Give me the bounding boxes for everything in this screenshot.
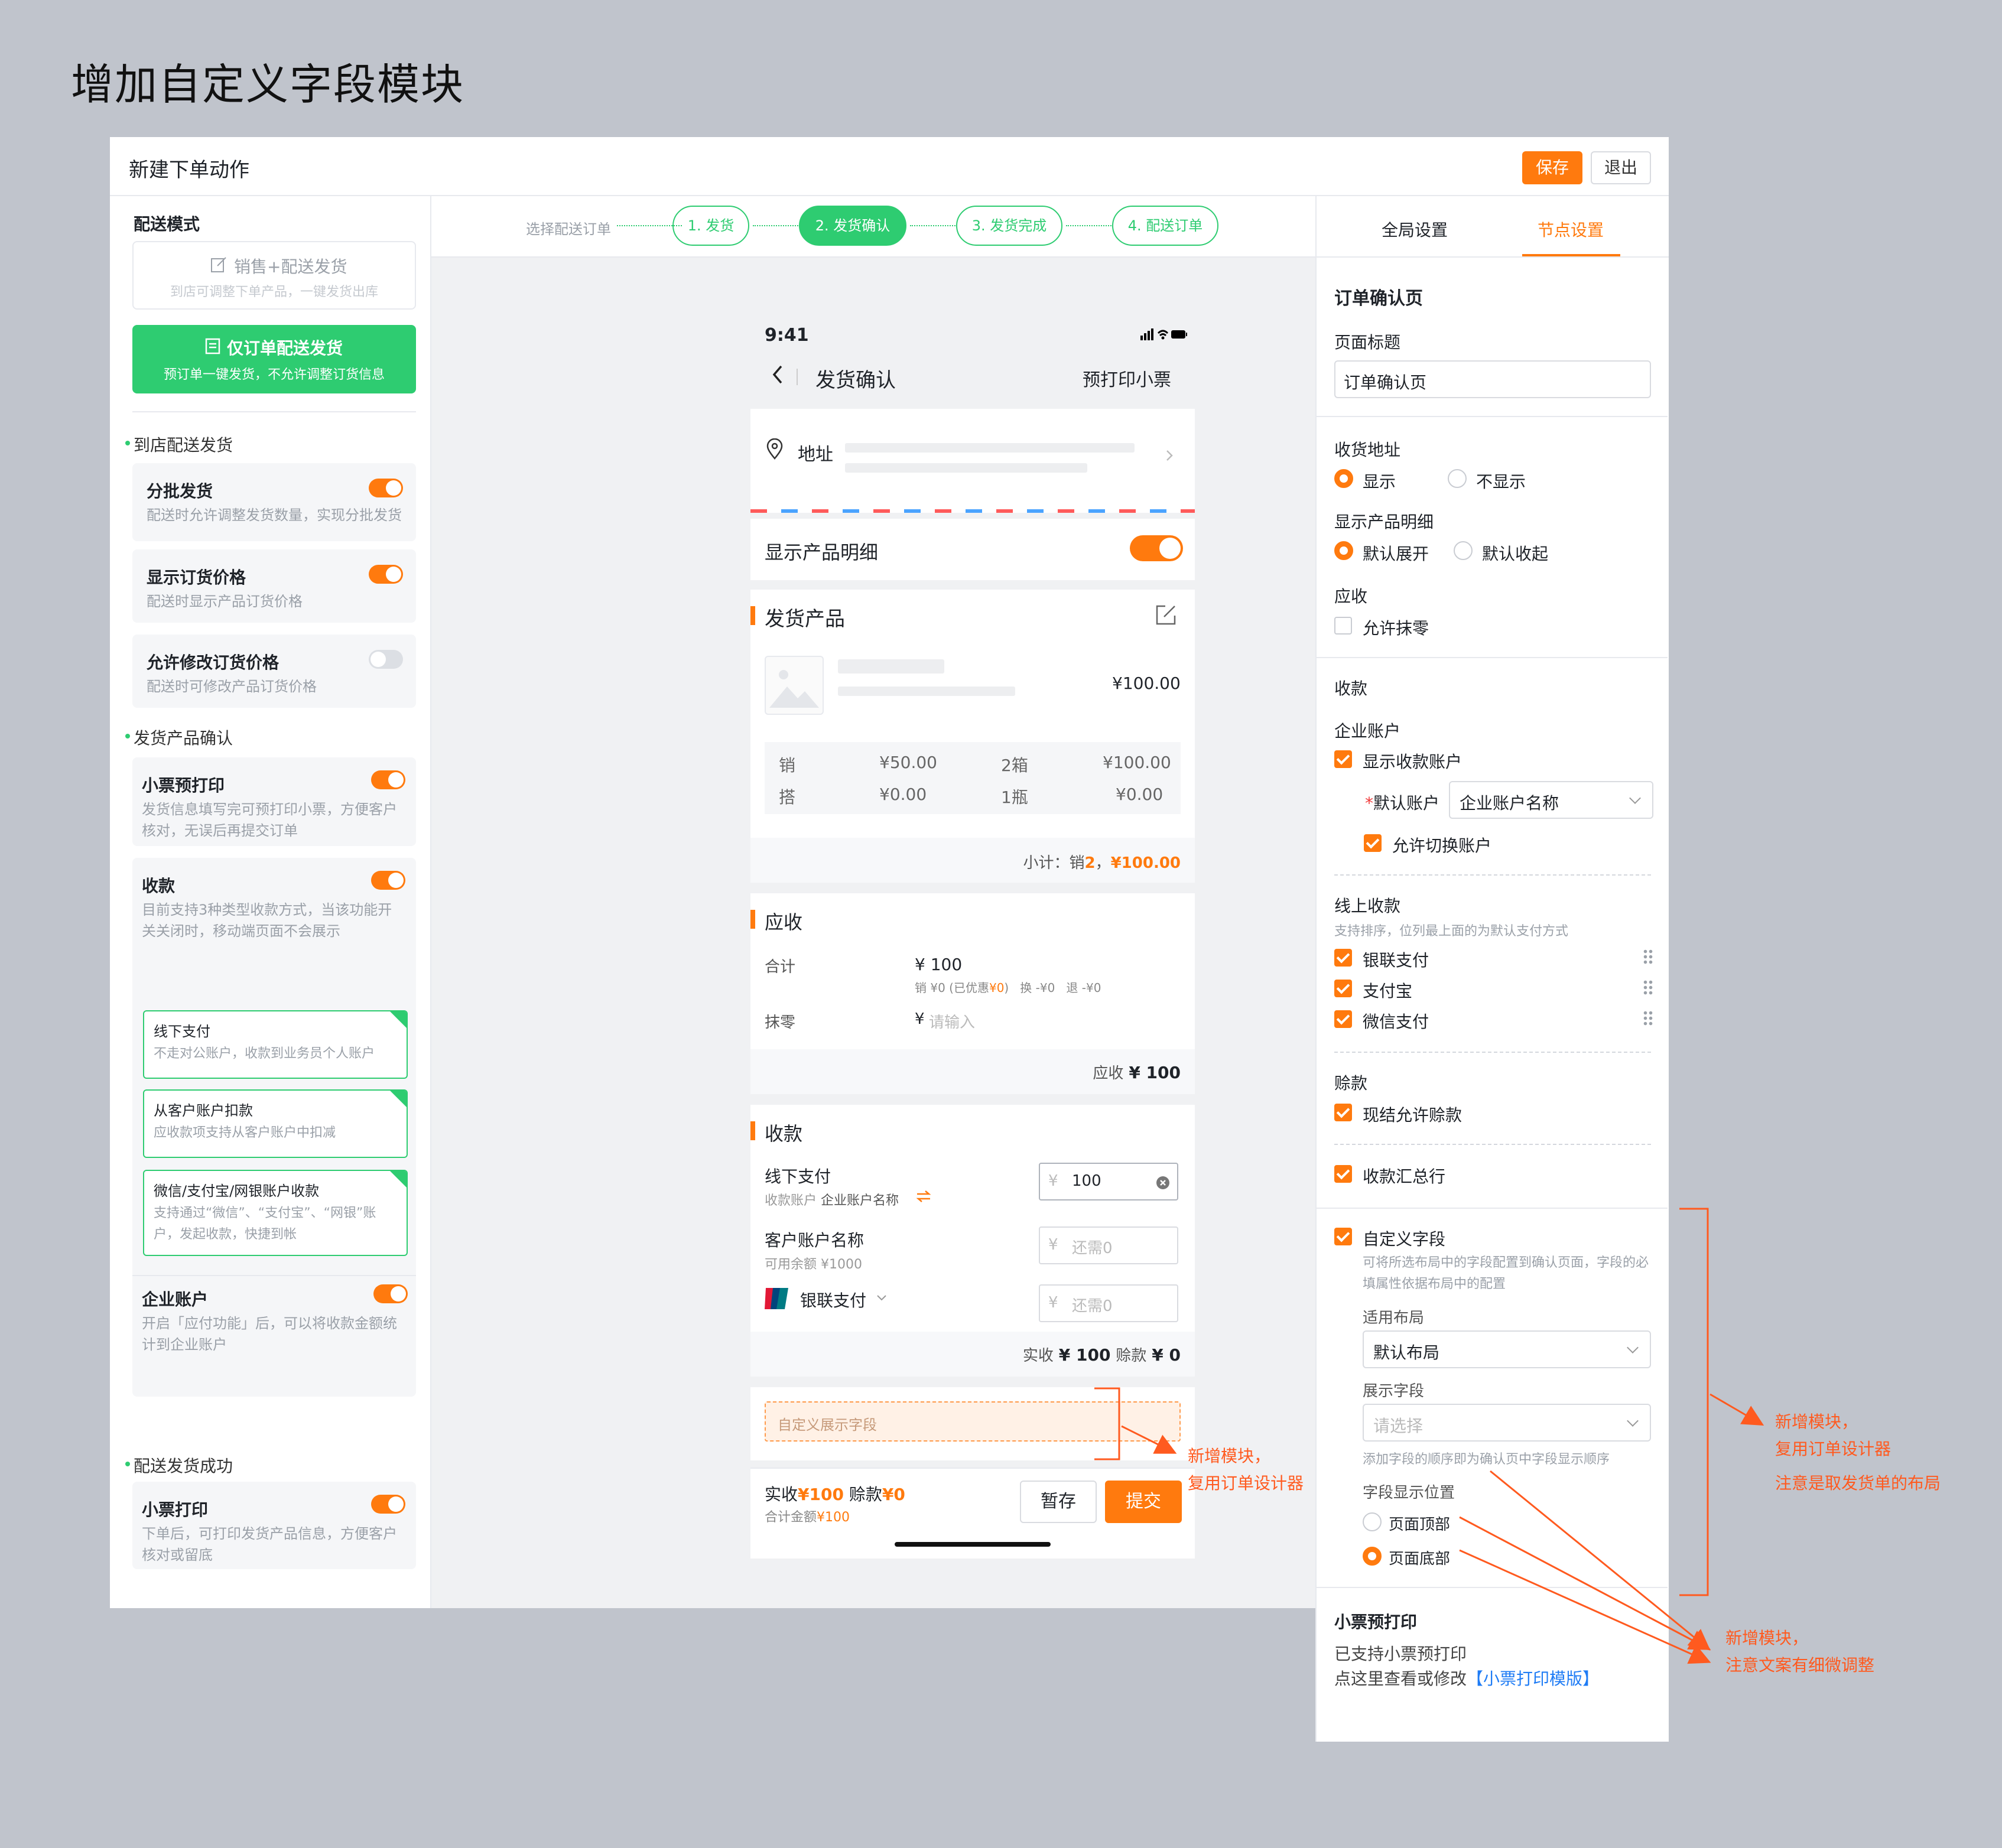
- annotation-right-line3: 注意是取发货单的布局: [1775, 1473, 1941, 1493]
- annotation-center-line1: 新增模块，: [1188, 1446, 1271, 1466]
- annotation-position: 新增模块， 注意文案有细微调整: [1725, 1625, 1874, 1679]
- annotation-center-line2: 复用订单设计器: [1188, 1473, 1304, 1493]
- annotation-center: 新增模块， 复用订单设计器: [1188, 1443, 1304, 1497]
- annotation-right: 新增模块， 复用订单设计器 注意是取发货单的布局: [1775, 1408, 1941, 1497]
- annotation-position-line2: 注意文案有细微调整: [1725, 1655, 1875, 1675]
- annotation-right-line1: 新增模块，: [1775, 1412, 1858, 1431]
- annotation-position-line1: 新增模块，: [1725, 1628, 1809, 1648]
- annotation-right-line2: 复用订单设计器: [1775, 1439, 1892, 1459]
- annotation-lines: [1094, 1208, 1764, 1664]
